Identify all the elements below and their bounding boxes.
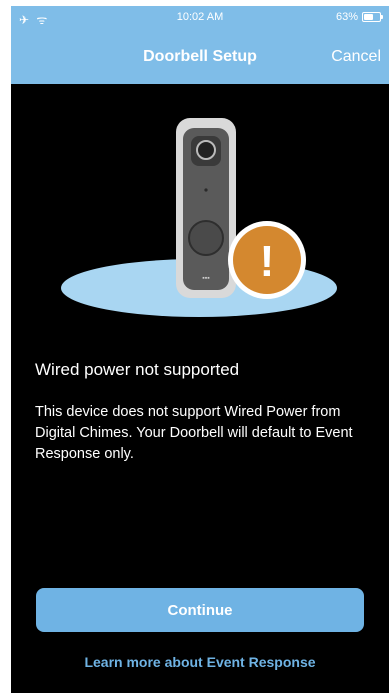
exclamation-icon: ! <box>260 237 275 286</box>
continue-button[interactable]: Continue <box>36 588 364 632</box>
doorbell-illustration: ▪▪▪ ! <box>61 118 337 317</box>
camera-lens-icon <box>196 140 216 160</box>
doorbell-button-icon <box>188 220 224 256</box>
learn-more-link[interactable]: Learn more about Event Response <box>11 654 389 670</box>
battery-icon <box>362 12 383 22</box>
svg-text:▪▪▪: ▪▪▪ <box>202 275 210 282</box>
app-screen: ✈ ᯤ 10:02 AM 63% Doorbell Setup Cancel ▪… <box>11 6 389 693</box>
battery-status: 63% <box>335 11 383 23</box>
cancel-button[interactable]: Cancel <box>331 48 381 66</box>
nav-bar: Doorbell Setup Cancel <box>11 28 389 84</box>
status-bar: ✈ ᯤ 10:02 AM 63% <box>11 6 389 28</box>
status-time: 10:02 AM <box>176 11 224 23</box>
warning-body: This device does not support Wired Power… <box>35 404 353 462</box>
warning-heading: Wired power not supported <box>35 360 240 379</box>
battery-percent: 63% <box>335 11 358 23</box>
